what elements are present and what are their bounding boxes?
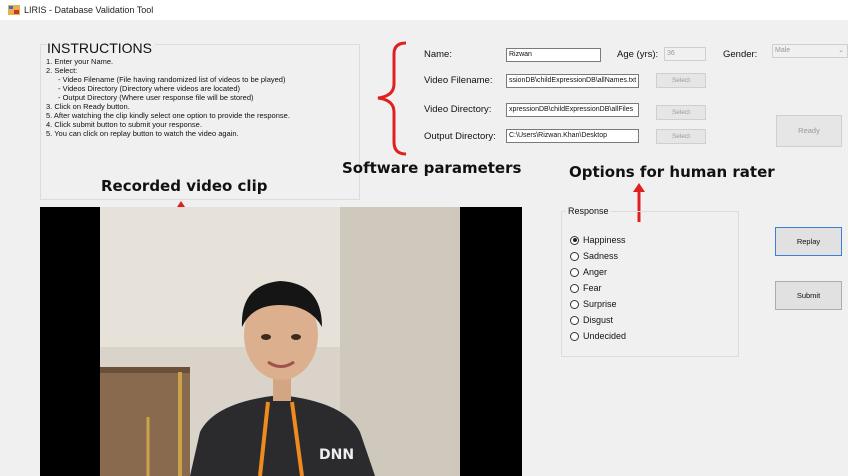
radio-label: Anger bbox=[583, 267, 608, 277]
output-directory-select-button[interactable]: Select bbox=[656, 129, 706, 144]
radio-label: Fear bbox=[583, 283, 602, 293]
instruction-line: 1. Enter your Name. bbox=[46, 57, 114, 66]
radio-label: Happiness bbox=[583, 235, 626, 245]
radio-undecided[interactable]: Undecided bbox=[570, 330, 626, 342]
video-filename-label: Video Filename: bbox=[424, 75, 493, 86]
replay-button[interactable]: Replay bbox=[775, 227, 842, 256]
radio-disgust[interactable]: Disgust bbox=[570, 314, 626, 326]
radio-icon bbox=[570, 331, 579, 341]
instruction-line: 5. You can click on replay button to wat… bbox=[46, 129, 239, 138]
radio-anger[interactable]: Anger bbox=[570, 266, 626, 278]
video-directory-label: Video Directory: bbox=[424, 104, 492, 115]
radio-icon bbox=[570, 283, 579, 293]
name-field[interactable]: Rizwan bbox=[506, 48, 601, 62]
instruction-line: 5. After watching the clip kindly select… bbox=[46, 111, 290, 120]
gender-label: Gender: bbox=[723, 49, 758, 60]
radio-icon bbox=[570, 299, 579, 309]
instruction-line: 4. Click submit button to submit your re… bbox=[46, 120, 202, 129]
instruction-line: 2. Select: bbox=[46, 66, 78, 75]
brace-annotation bbox=[377, 41, 407, 156]
age-field[interactable]: 36 bbox=[664, 47, 706, 61]
video-frame bbox=[100, 207, 460, 476]
instruction-line: - Videos Directory (Directory where vide… bbox=[58, 84, 241, 93]
instruction-line: - Output Directory (Where user response … bbox=[58, 93, 254, 102]
radio-sadness[interactable]: Sadness bbox=[570, 250, 626, 262]
gender-value: Male bbox=[775, 47, 791, 54]
video-player[interactable]: DNN bbox=[40, 207, 522, 476]
options-for-human-rater-annotation: Options for human rater bbox=[569, 163, 775, 181]
radio-surprise[interactable]: Surprise bbox=[570, 298, 626, 310]
radio-happiness[interactable]: Happiness bbox=[570, 234, 626, 246]
radio-label: Undecided bbox=[583, 331, 627, 341]
radio-label: Disgust bbox=[583, 315, 614, 325]
video-filename-field[interactable]: ssionDB\childExpressionDB\allNames.txt bbox=[506, 74, 639, 88]
age-label: Age (yrs): bbox=[617, 49, 659, 60]
video-directory-field[interactable]: xpressionDB\childExpressionDB\allFiles bbox=[506, 103, 639, 117]
recorded-video-clip-annotation: Recorded video clip bbox=[101, 177, 268, 195]
ready-button[interactable]: Ready bbox=[776, 115, 842, 147]
radio-label: Sadness bbox=[583, 251, 619, 261]
radio-icon bbox=[570, 315, 579, 325]
output-directory-field[interactable]: C:\Users\Rizwan.Khan\Desktop bbox=[506, 129, 639, 143]
video-filename-select-button[interactable]: Select bbox=[656, 73, 706, 88]
chevron-down-icon: ⌄ bbox=[838, 47, 844, 54]
name-label: Name: bbox=[424, 49, 452, 60]
radio-fear[interactable]: Fear bbox=[570, 282, 626, 294]
window-title: LIRIS - Database Validation Tool bbox=[24, 5, 154, 15]
instruction-line: - Video Filename (File having randomized… bbox=[58, 75, 286, 84]
software-parameters-annotation: Software parameters bbox=[342, 159, 522, 177]
instruction-line: 3. Click on Ready button. bbox=[46, 102, 130, 111]
output-directory-label: Output Directory: bbox=[424, 131, 496, 142]
response-options: Happiness Sadness Anger Fear Surprise Di… bbox=[570, 234, 626, 342]
radio-label: Surprise bbox=[583, 299, 617, 309]
radio-icon bbox=[570, 251, 579, 261]
submit-button[interactable]: Submit bbox=[775, 281, 842, 310]
response-legend: Response bbox=[566, 206, 611, 216]
instructions-list: 1. Enter your Name. 2. Select: - Video F… bbox=[46, 57, 290, 138]
gender-select[interactable]: Male ⌄ bbox=[772, 44, 848, 58]
shirt-text: DNN bbox=[319, 447, 355, 463]
radio-checked-icon bbox=[570, 235, 579, 245]
radio-icon bbox=[570, 267, 579, 277]
video-directory-select-button[interactable]: Select bbox=[656, 105, 706, 120]
instructions-heading: INSTRUCTIONS bbox=[47, 40, 155, 56]
app-icon bbox=[8, 5, 20, 15]
